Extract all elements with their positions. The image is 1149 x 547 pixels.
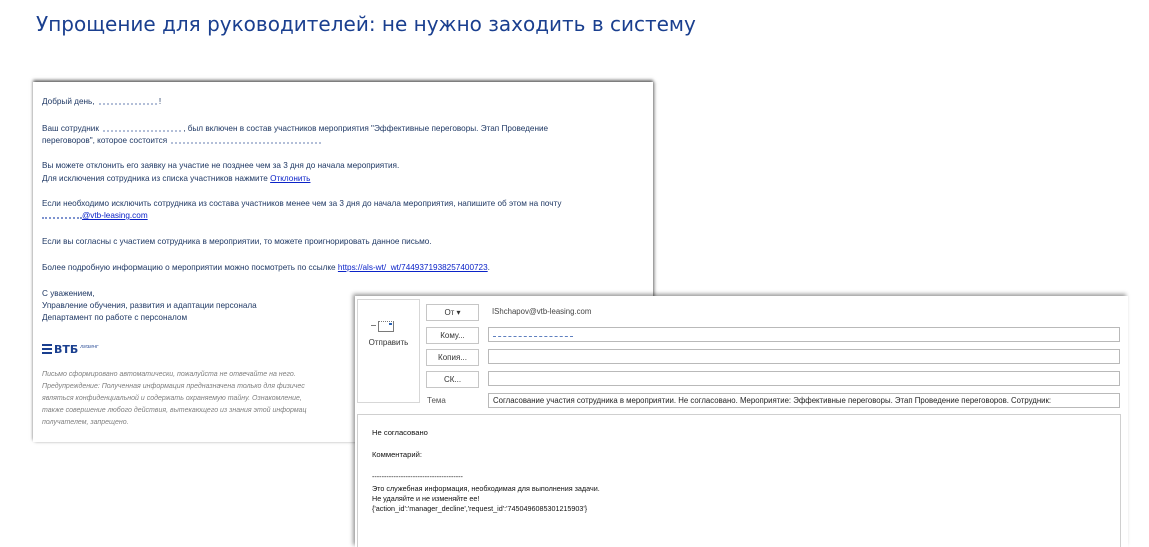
signature-department-1: Управление обучения, развития и адаптаци… [42,301,257,310]
signoff: С уважением, [42,289,95,298]
email-paragraph-4: Если вы согласны с участием сотрудника в… [42,237,432,246]
compose-window: Отправить От ▾ IShchapov@vtb-leasing.com… [355,296,1128,547]
redacted-name [98,98,157,106]
cc-field[interactable] [488,349,1120,364]
body-comment-label: Комментарий: [372,450,422,459]
hr-mail-link[interactable]: @vtb-leasing.com [42,211,148,220]
email-paragraph-2-line-2: Для исключения сотрудника из списка учас… [42,174,310,183]
send-label: Отправить [368,338,409,347]
body-service-info: Это служебная информация, необходимая дл… [372,484,600,493]
logo-bars-icon [42,344,52,354]
from-button[interactable]: От ▾ [426,304,479,321]
email-greeting: Добрый день, ! [42,97,161,106]
to-field[interactable] [488,327,1120,342]
send-button[interactable]: Отправить [357,299,420,403]
event-link[interactable]: https://als-wt/_wt/7449371938257400723 [338,263,488,272]
body-do-not-edit: Не удаляйте и не изменяйте ее! [372,494,480,503]
email-paragraph-5: Более подробную информацию о мероприятии… [42,263,490,272]
body-status: Не согласовано [372,428,428,437]
disclaimer-line: Письмо сформировано автоматически, пожал… [42,371,296,378]
logo-sub: ЛИЗИНГ [80,344,99,349]
to-button[interactable]: Кому... [426,327,479,344]
email-paragraph-3-line-1: Если необходимо исключить сотрудника из … [42,199,562,208]
from-value: IShchapov@vtb-leasing.com [492,307,592,316]
redacted-employee [103,125,182,133]
page-title: Упрощение для руководителей: не нужно за… [36,12,696,36]
bcc-button[interactable]: СК... [426,371,479,388]
send-envelope-icon [378,321,394,332]
logo-text: ВТБ [54,343,79,356]
send-arrow-icon [371,325,376,326]
redacted-mailbox [42,212,82,220]
cc-button[interactable]: Копия... [426,349,479,366]
disclaimer-line: являться конфиденциальной и содержать ох… [42,395,302,402]
bcc-field[interactable] [488,371,1120,386]
greeting-suffix: ! [158,97,162,106]
vtb-leasing-logo: ВТБ ЛИЗИНГ [42,343,98,356]
mail-suffix: @vtb-leasing.com [82,211,148,220]
redacted-recipient [493,332,573,337]
email-paragraph-1-line-1: Ваш сотрудник , был включен в состав уча… [42,124,548,133]
disclaimer-line: Предупреждение: Полученная информация пр… [42,383,305,390]
body-payload: {'action_id':'manager_decline','request_… [372,504,588,513]
para2-prefix: Для исключения сотрудника из списка учас… [42,174,268,183]
email-paragraph-3-line-2: @vtb-leasing.com [42,211,148,220]
signature-department-2: Департамент по работе с персоналом [42,313,188,322]
email-paragraph-2-line-1: Вы можете отклонить его заявку на участи… [42,161,400,170]
disclaimer-line: также совершение любого действия, вытека… [42,407,307,414]
para5-suffix: . [487,263,490,272]
para1-rest: , был включен в состав участников меропр… [183,124,549,133]
redacted-date [171,137,322,145]
decline-link[interactable]: Отклонить [270,174,310,183]
message-body[interactable]: Не согласовано Комментарий: ------------… [357,414,1121,547]
para1-prefix: Ваш сотрудник [42,124,99,133]
email-paragraph-1-line-2: переговоров", которое состоится [42,136,323,145]
greeting-prefix: Добрый день, [42,97,95,106]
subject-field[interactable]: Согласование участия сотрудника в меропр… [488,393,1120,408]
para5-prefix: Более подробную информацию о мероприятии… [42,263,336,272]
disclaimer-line: получателем, запрещено. [42,419,129,426]
body-separator: -------------------------------------- [372,472,463,481]
para1-line2: переговоров", которое состоится [42,136,168,145]
subject-label: Тема [427,396,446,405]
